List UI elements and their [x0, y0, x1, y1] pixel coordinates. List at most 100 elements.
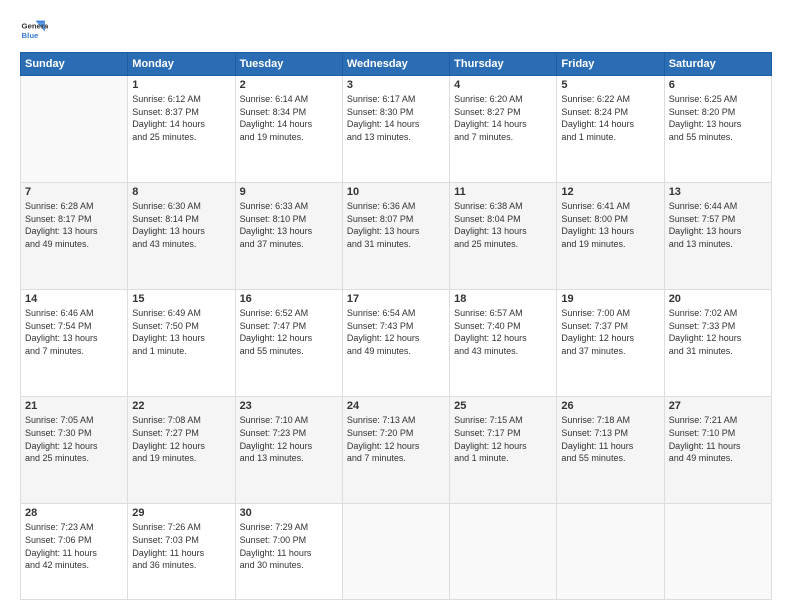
day-number: 28	[25, 507, 123, 519]
day-info: Sunrise: 6:17 AMSunset: 8:30 PMDaylight:…	[347, 93, 445, 143]
calendar-cell: 6 Sunrise: 6:25 AMSunset: 8:20 PMDaylight…	[664, 76, 771, 183]
calendar-cell	[664, 504, 771, 600]
day-number: 24	[347, 400, 445, 412]
day-number: 22	[132, 400, 230, 412]
calendar-cell: 23Sunrise: 7:10 AMSunset: 7:23 PMDayligh…	[235, 397, 342, 504]
day-number: 29	[132, 507, 230, 519]
day-number: 11	[454, 186, 552, 198]
weekday-saturday: Saturday	[664, 53, 771, 76]
day-info: Sunrise: 6:25 AMSunset: 8:20 PMDaylight:…	[669, 93, 767, 143]
day-number: 2	[240, 79, 338, 91]
calendar-cell	[450, 504, 557, 600]
calendar-cell: 7 Sunrise: 6:28 AMSunset: 8:17 PMDaylight…	[21, 183, 128, 290]
day-number: 15	[132, 293, 230, 305]
calendar-cell: 18 Sunrise: 6:57 AMSunset: 7:40 PMDayligh…	[450, 290, 557, 397]
weekday-thursday: Thursday	[450, 53, 557, 76]
calendar-cell: 30 Sunrise: 7:29 AMSunset: 7:00 PMDayligh…	[235, 504, 342, 600]
day-info: Sunrise: 7:18 AMSunset: 7:13 PMDaylight:…	[561, 414, 659, 464]
calendar-cell: 12 Sunrise: 6:41 AMSunset: 8:00 PMDayligh…	[557, 183, 664, 290]
calendar-cell: 15Sunrise: 6:49 AMSunset: 7:50 PMDayligh…	[128, 290, 235, 397]
day-number: 5	[561, 79, 659, 91]
day-number: 30	[240, 507, 338, 519]
day-number: 6	[669, 79, 767, 91]
calendar-cell	[557, 504, 664, 600]
calendar-cell: 21 Sunrise: 7:05 AMSunset: 7:30 PMDayligh…	[21, 397, 128, 504]
calendar-cell: 17Sunrise: 6:54 AMSunset: 7:43 PMDayligh…	[342, 290, 449, 397]
day-number: 14	[25, 293, 123, 305]
day-info: Sunrise: 6:22 AMSunset: 8:24 PMDaylight:…	[561, 93, 659, 143]
day-info: Sunrise: 6:46 AMSunset: 7:54 PMDaylight:…	[25, 307, 123, 357]
day-number: 20	[669, 293, 767, 305]
week-row-4: 21 Sunrise: 7:05 AMSunset: 7:30 PMDayligh…	[21, 397, 772, 504]
calendar-cell: 24 Sunrise: 7:13 AMSunset: 7:20 PMDayligh…	[342, 397, 449, 504]
day-number: 27	[669, 400, 767, 412]
calendar-cell: 29 Sunrise: 7:26 AMSunset: 7:03 PMDayligh…	[128, 504, 235, 600]
calendar-cell: 27 Sunrise: 7:21 AMSunset: 7:10 PMDayligh…	[664, 397, 771, 504]
calendar-cell: 13 Sunrise: 6:44 AMSunset: 7:57 PMDayligh…	[664, 183, 771, 290]
day-number: 8	[132, 186, 230, 198]
logo: General Blue	[20, 16, 48, 44]
day-number: 1	[132, 79, 230, 91]
day-info: Sunrise: 6:33 AMSunset: 8:10 PMDaylight:…	[240, 200, 338, 250]
day-info: Sunrise: 7:05 AMSunset: 7:30 PMDaylight:…	[25, 414, 123, 464]
day-info: Sunrise: 7:00 AMSunset: 7:37 PMDaylight:…	[561, 307, 659, 357]
calendar-cell: 5 Sunrise: 6:22 AMSunset: 8:24 PMDaylight…	[557, 76, 664, 183]
day-number: 18	[454, 293, 552, 305]
calendar-cell	[21, 76, 128, 183]
calendar-cell: 20 Sunrise: 7:02 AMSunset: 7:33 PMDayligh…	[664, 290, 771, 397]
day-info: Sunrise: 6:41 AMSunset: 8:00 PMDaylight:…	[561, 200, 659, 250]
weekday-header-row: SundayMondayTuesdayWednesdayThursdayFrid…	[21, 53, 772, 76]
calendar-cell: 14 Sunrise: 6:46 AMSunset: 7:54 PMDayligh…	[21, 290, 128, 397]
day-number: 4	[454, 79, 552, 91]
day-info: Sunrise: 6:44 AMSunset: 7:57 PMDaylight:…	[669, 200, 767, 250]
calendar-cell: 4Sunrise: 6:20 AMSunset: 8:27 PMDaylight…	[450, 76, 557, 183]
day-info: Sunrise: 7:21 AMSunset: 7:10 PMDaylight:…	[669, 414, 767, 464]
day-number: 25	[454, 400, 552, 412]
day-info: Sunrise: 7:02 AMSunset: 7:33 PMDaylight:…	[669, 307, 767, 357]
day-info: Sunrise: 7:29 AMSunset: 7:00 PMDaylight:…	[240, 521, 338, 571]
svg-text:Blue: Blue	[22, 31, 40, 40]
calendar-cell: 26Sunrise: 7:18 AMSunset: 7:13 PMDayligh…	[557, 397, 664, 504]
header: General Blue	[20, 16, 772, 44]
day-number: 23	[240, 400, 338, 412]
calendar-page: General Blue SundayMondayTuesdayWednesda…	[0, 0, 792, 612]
day-number: 13	[669, 186, 767, 198]
day-info: Sunrise: 7:23 AMSunset: 7:06 PMDaylight:…	[25, 521, 123, 571]
calendar-cell: 11 Sunrise: 6:38 AMSunset: 8:04 PMDayligh…	[450, 183, 557, 290]
calendar-cell: 2 Sunrise: 6:14 AMSunset: 8:34 PMDaylight…	[235, 76, 342, 183]
day-info: Sunrise: 6:30 AMSunset: 8:14 PMDaylight:…	[132, 200, 230, 250]
weekday-friday: Friday	[557, 53, 664, 76]
calendar-cell: 9 Sunrise: 6:33 AMSunset: 8:10 PMDaylight…	[235, 183, 342, 290]
calendar-cell: 16Sunrise: 6:52 AMSunset: 7:47 PMDayligh…	[235, 290, 342, 397]
weekday-monday: Monday	[128, 53, 235, 76]
day-info: Sunrise: 7:13 AMSunset: 7:20 PMDaylight:…	[347, 414, 445, 464]
day-info: Sunrise: 7:26 AMSunset: 7:03 PMDaylight:…	[132, 521, 230, 571]
week-row-1: 1 Sunrise: 6:12 AMSunset: 8:37 PMDaylight…	[21, 76, 772, 183]
week-row-5: 28 Sunrise: 7:23 AMSunset: 7:06 PMDayligh…	[21, 504, 772, 600]
calendar-cell	[342, 504, 449, 600]
day-number: 16	[240, 293, 338, 305]
day-number: 21	[25, 400, 123, 412]
calendar-cell: 25 Sunrise: 7:15 AMSunset: 7:17 PMDayligh…	[450, 397, 557, 504]
day-info: Sunrise: 7:15 AMSunset: 7:17 PMDaylight:…	[454, 414, 552, 464]
day-number: 12	[561, 186, 659, 198]
weekday-tuesday: Tuesday	[235, 53, 342, 76]
day-info: Sunrise: 6:12 AMSunset: 8:37 PMDaylight:…	[132, 93, 230, 143]
day-number: 9	[240, 186, 338, 198]
week-row-3: 14 Sunrise: 6:46 AMSunset: 7:54 PMDayligh…	[21, 290, 772, 397]
calendar-cell: 3 Sunrise: 6:17 AMSunset: 8:30 PMDaylight…	[342, 76, 449, 183]
week-row-2: 7 Sunrise: 6:28 AMSunset: 8:17 PMDaylight…	[21, 183, 772, 290]
day-info: Sunrise: 6:28 AMSunset: 8:17 PMDaylight:…	[25, 200, 123, 250]
svg-text:General: General	[22, 21, 48, 30]
calendar-cell: 8 Sunrise: 6:30 AMSunset: 8:14 PMDaylight…	[128, 183, 235, 290]
calendar-cell: 22 Sunrise: 7:08 AMSunset: 7:27 PMDayligh…	[128, 397, 235, 504]
day-info: Sunrise: 7:08 AMSunset: 7:27 PMDaylight:…	[132, 414, 230, 464]
calendar-cell: 10Sunrise: 6:36 AMSunset: 8:07 PMDayligh…	[342, 183, 449, 290]
day-info: Sunrise: 6:14 AMSunset: 8:34 PMDaylight:…	[240, 93, 338, 143]
day-info: Sunrise: 6:57 AMSunset: 7:40 PMDaylight:…	[454, 307, 552, 357]
calendar-cell: 1 Sunrise: 6:12 AMSunset: 8:37 PMDaylight…	[128, 76, 235, 183]
day-info: Sunrise: 6:38 AMSunset: 8:04 PMDaylight:…	[454, 200, 552, 250]
day-info: Sunrise: 6:36 AMSunset: 8:07 PMDaylight:…	[347, 200, 445, 250]
day-number: 7	[25, 186, 123, 198]
day-number: 3	[347, 79, 445, 91]
